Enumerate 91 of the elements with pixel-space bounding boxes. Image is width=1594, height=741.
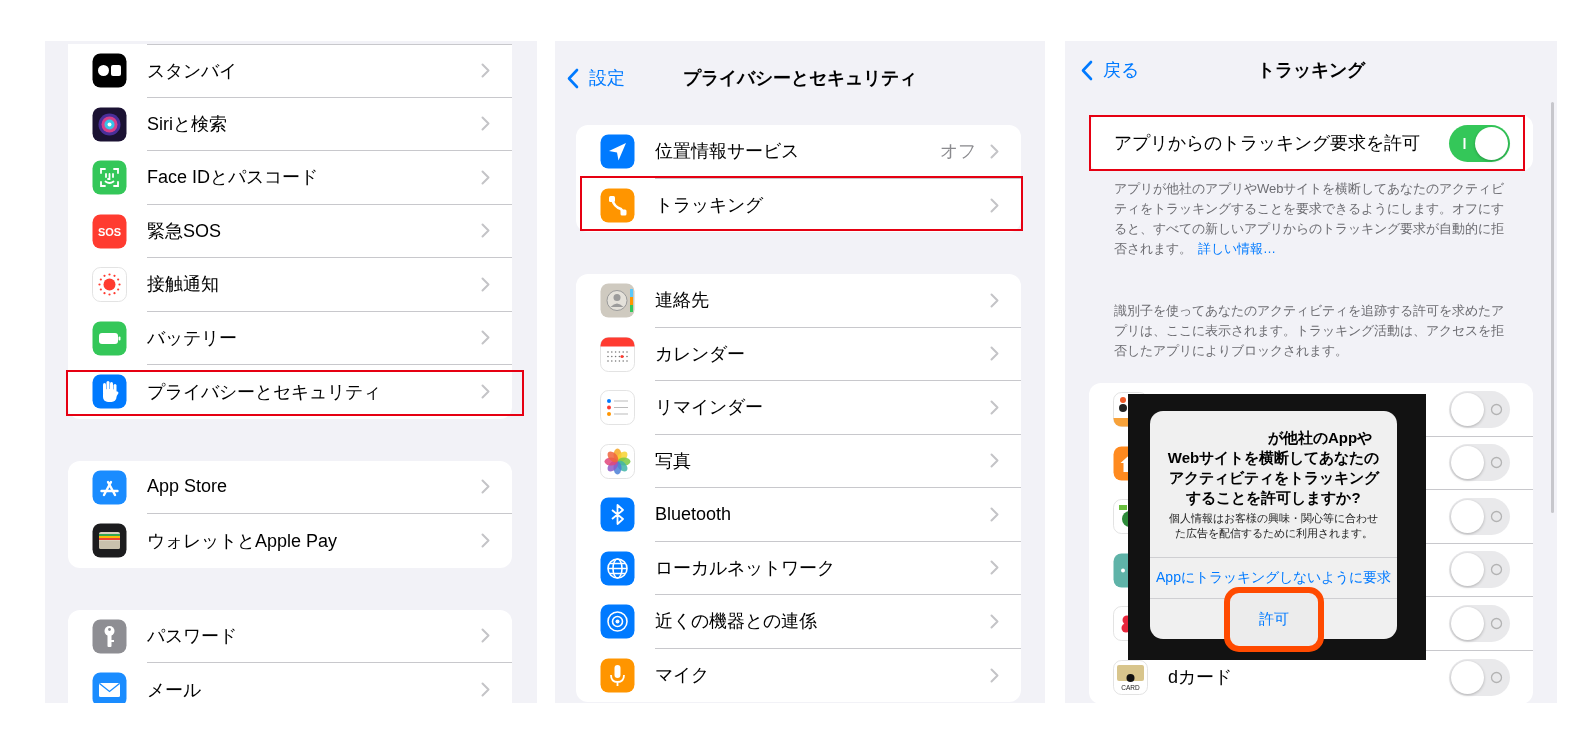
microphone-icon: [600, 657, 635, 693]
standby-icon: [92, 53, 127, 89]
row-label[interactable]: ローカルネットワーク: [655, 555, 990, 580]
chevron-icon: [481, 682, 490, 698]
flower-icon: [600, 443, 635, 479]
app-store-icon: [92, 469, 127, 505]
row-label[interactable]: 接触通知: [147, 272, 481, 297]
route-icon: [600, 187, 635, 223]
chevron-icon: [481, 276, 490, 292]
chevron-icon: [990, 667, 999, 683]
setting-label: アプリからのトラッキング要求を許可: [1114, 132, 1421, 155]
row-label[interactable]: カレンダー: [655, 341, 990, 366]
chevron-icon: [990, 560, 999, 576]
chevron-icon: [990, 453, 999, 469]
footer-text: アプリが他社のアプリやWebサイトを横断してあなたのアクティビティをトラッキングすることを要求できるようにします。オフにすると、すべての新しいアプリからのトラッキング要求が自動的に拒否されます。 詳しい情報…: [1113, 180, 1506, 258]
screen-title: プライバシーとセキュリティ: [683, 67, 917, 90]
scrollbar[interactable]: [1551, 102, 1554, 513]
learn-more-link[interactable]: 詳しい情報…: [1198, 241, 1276, 256]
chevron-icon: [481, 223, 490, 239]
row-value: オフ: [940, 140, 976, 164]
ring-icon: [1490, 402, 1503, 416]
footer-text: 識別子を使ってあなたのアクティビティを追跡する許可を求めたアプリは、ここに表示されます。トラッキング活動は、アクセスを拒否したアプリによりブロックされます。: [1113, 302, 1505, 360]
allow-button[interactable]: 許可: [1223, 586, 1324, 652]
chevron-icon: [481, 479, 490, 495]
row-label[interactable]: トラッキング: [655, 193, 990, 218]
chevron-icon: [481, 384, 490, 400]
row-label[interactable]: プライバシーとセキュリティ: [147, 379, 481, 404]
alert-message: 個人情報はお客様の興味・関心等に合わせた広告を配信するために利用されます。: [1168, 511, 1379, 541]
wallet-icon: [92, 523, 127, 559]
screen-title: トラッキング: [1257, 59, 1365, 82]
app-name: dカード: [1168, 666, 1233, 690]
chevron-icon: [990, 506, 999, 522]
sos-icon: SOS: [92, 213, 127, 249]
checklist-icon: [600, 390, 635, 426]
row-label[interactable]: Face IDとパスコード: [147, 165, 481, 190]
ring-icon: [1490, 509, 1503, 523]
chevron-icon: [990, 346, 999, 362]
ring-icon: [1490, 670, 1503, 684]
row-label[interactable]: Bluetooth: [655, 503, 990, 525]
toggle-switch[interactable]: [1449, 124, 1510, 162]
row-label[interactable]: Siriと検索: [147, 111, 481, 136]
row-label[interactable]: App Store: [147, 476, 481, 498]
row-label[interactable]: マイク: [655, 663, 990, 688]
ring-icon: [1490, 616, 1503, 630]
row-label[interactable]: 近くの機器との連係: [655, 609, 990, 634]
toggle-switch[interactable]: [1449, 658, 1510, 696]
toggle-switch[interactable]: [1449, 497, 1510, 535]
chevron-icon: [481, 116, 490, 132]
row-label[interactable]: ウォレットとApple Pay: [147, 528, 481, 553]
chevron-icon: [990, 197, 999, 213]
row-label[interactable]: メール: [147, 677, 481, 702]
chevron-icon: [990, 613, 999, 629]
toggle-switch[interactable]: [1449, 551, 1510, 589]
key-icon: [92, 618, 127, 654]
toggle-switch[interactable]: [1449, 604, 1510, 642]
face-icon: [92, 160, 127, 196]
battery-icon: [92, 320, 127, 356]
row-label[interactable]: 写真: [655, 448, 990, 473]
back-chevron-icon[interactable]: [1081, 59, 1093, 81]
chevron-icon: [990, 143, 999, 159]
sun-icon: [92, 267, 127, 303]
back-link[interactable]: 設定: [589, 66, 625, 90]
chevron-icon: [990, 399, 999, 415]
chevron-icon: [481, 169, 490, 185]
chevron-icon: [990, 292, 999, 308]
hand-icon: [92, 374, 127, 410]
toggle-switch[interactable]: [1449, 390, 1510, 428]
row-label[interactable]: 連絡先: [655, 288, 990, 313]
toggle-switch[interactable]: [1449, 444, 1510, 482]
calendar-icon: [600, 336, 635, 372]
chevron-icon: [481, 628, 490, 644]
bluetooth-icon: [600, 497, 635, 533]
row-label[interactable]: 緊急SOS: [147, 218, 481, 243]
row-label[interactable]: 位置情報サービス: [655, 139, 940, 164]
globe-icon: [600, 550, 635, 586]
chevron-icon: [481, 533, 490, 549]
contact-icon: [600, 283, 635, 319]
chevron-icon: [481, 63, 490, 79]
radar-icon: [600, 604, 635, 640]
ring-icon: [1490, 456, 1503, 470]
row-label[interactable]: リマインダー: [655, 395, 990, 420]
back-chevron-icon[interactable]: [567, 67, 579, 89]
row-label[interactable]: スタンバイ: [147, 58, 481, 83]
back-link[interactable]: 戻る: [1103, 58, 1139, 82]
row-label[interactable]: バッテリー: [147, 325, 481, 350]
ring-icon: [1490, 563, 1503, 577]
alert-title: が他社のAppやWebサイトを横断してあなたのアクティビティをトラッキングすることを許可しますか?: [1166, 428, 1381, 508]
ask-not-to-track-button[interactable]: Appにトラッキングしないように要求: [1150, 558, 1397, 598]
orb-icon: [92, 106, 127, 142]
chevron-icon: [481, 330, 490, 346]
row-label[interactable]: パスワード: [147, 623, 481, 648]
